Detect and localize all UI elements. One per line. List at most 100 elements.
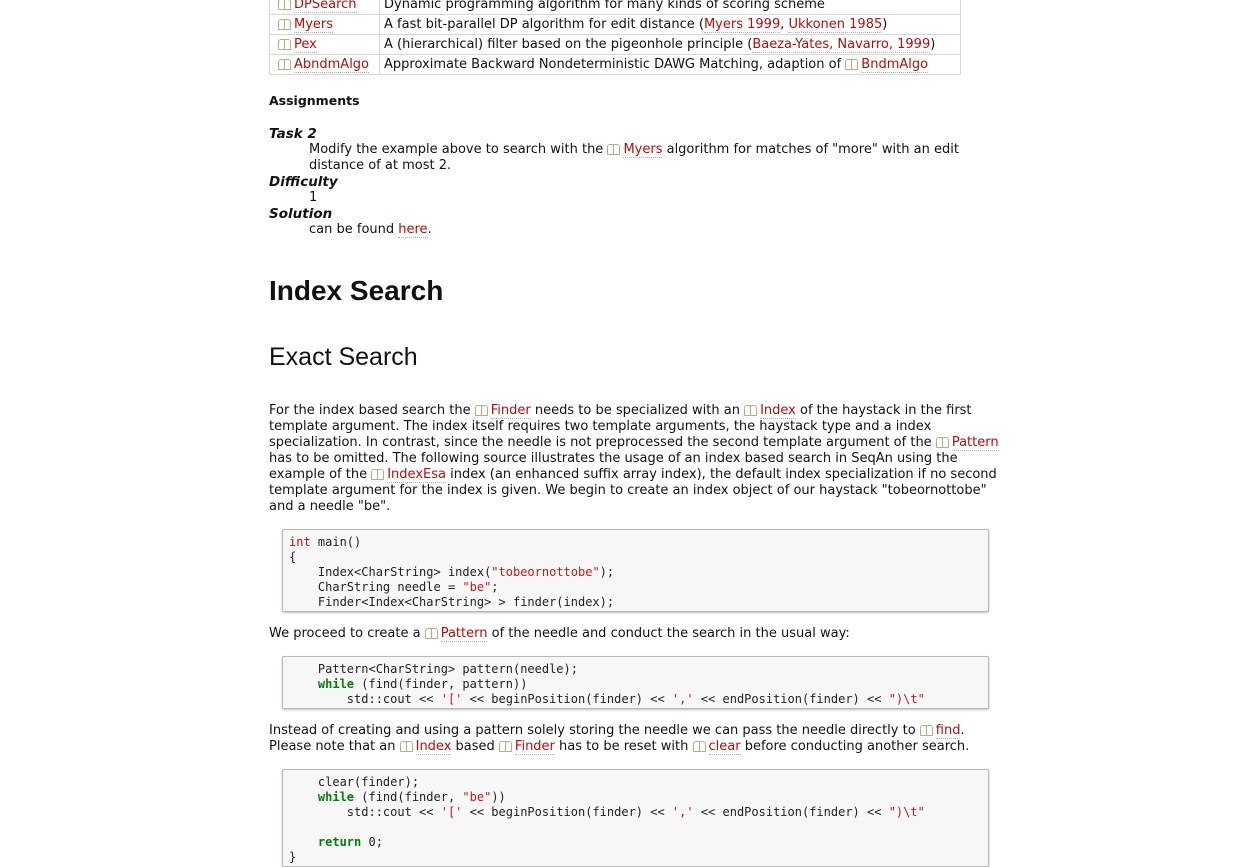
code-token: std::cout << <box>289 805 441 819</box>
code-token: main() <box>310 535 362 549</box>
code-block-setup: int main() { Index<CharString> index("to… <box>282 529 989 612</box>
paragraph-intro: For the index based search the Finder ne… <box>269 403 1009 515</box>
text-run: A (hierarchical) filter based on the pig… <box>384 37 753 52</box>
algorithm-description-cell: Approximate Backward Nondeterministic DA… <box>379 54 961 75</box>
solution-pre: can be found <box>309 222 399 237</box>
task-text: Modify the example above to search with … <box>309 142 608 157</box>
code-token: CharString needle = <box>289 580 463 594</box>
doc-content: DPSearch Dynamic programming algorithm fo… <box>269 0 1009 867</box>
myers-link[interactable]: Myers <box>623 142 663 158</box>
code-token: )) <box>491 790 506 804</box>
book-icon <box>399 741 413 752</box>
book-icon <box>935 437 949 448</box>
algorithm-name-cell: AbndmAlgo <box>269 54 380 75</box>
finder-link[interactable]: Finder <box>490 403 531 419</box>
code-string: ',' <box>671 692 694 706</box>
book-icon <box>607 144 621 155</box>
code-line: return 0; <box>289 835 383 849</box>
code-line: while (find(finder, "be")) <box>289 790 506 804</box>
solution-label: Solution <box>269 206 333 222</box>
finder-link[interactable]: Finder <box>514 739 555 755</box>
task-text-2: algorithm for matches of "more" with an … <box>662 142 959 157</box>
find-link[interactable]: find <box>935 723 961 739</box>
book-icon <box>371 469 385 480</box>
myers-link[interactable]: Myers <box>294 17 334 33</box>
book-icon <box>744 405 758 416</box>
code-token: << endPosition(finder) << <box>693 692 889 706</box>
task-label: Task 2 <box>269 126 317 142</box>
table-row: DPSearch Dynamic programming algorithm fo… <box>269 0 961 15</box>
code-string: ',' <box>671 805 694 819</box>
code-block-direct-search: clear(finder); while (find(finder, "be")… <box>282 769 989 867</box>
text-run: of the needle and conduct the search in … <box>487 626 850 641</box>
book-icon <box>692 741 706 752</box>
code-line: Pattern<CharString> pattern(needle); <box>289 662 578 676</box>
code-token: << beginPosition(finder) << <box>462 805 672 819</box>
ukkonen-1985-link[interactable]: Ukkonen 1985 <box>788 17 883 33</box>
code-string: "be" <box>462 790 492 804</box>
pattern-link[interactable]: Pattern <box>440 626 488 642</box>
text-run: A fast bit-parallel DP algorithm for edi… <box>384 17 704 32</box>
pex-link[interactable]: Pex <box>294 37 317 53</box>
table-row: Myers A fast bit-parallel DP algorithm fo… <box>269 14 961 35</box>
text-run: ) <box>882 17 888 32</box>
book-icon <box>278 0 291 10</box>
book-icon <box>278 39 291 50</box>
algorithm-description-cell: A (hierarchical) filter based on the pig… <box>379 34 961 55</box>
code-keyword: int <box>289 535 311 549</box>
code-string: "tobeornottobe" <box>491 565 600 579</box>
code-line: while (find(finder, pattern)) <box>289 677 528 691</box>
code-token: 0; <box>361 835 383 849</box>
text-run: Instead of creating and using a pattern … <box>269 723 920 738</box>
clear-link[interactable]: clear <box>708 739 741 755</box>
difficulty-label: Difficulty <box>269 174 338 190</box>
solution-text: can be found here. <box>309 222 1009 238</box>
bndmalgo-link[interactable]: BndmAlgo <box>861 57 929 73</box>
algorithm-description-cell: A fast bit-parallel DP algorithm for edi… <box>379 14 961 35</box>
book-icon <box>278 19 291 30</box>
code-string: '[' <box>440 692 463 706</box>
text-run: For the index based search the <box>269 403 475 418</box>
code-line: Finder<Index<CharString> > finder(index)… <box>289 595 614 609</box>
book-icon <box>919 725 933 736</box>
pattern-link[interactable]: Pattern <box>951 435 999 451</box>
table-row: Pex A (hierarchical) filter based on the … <box>269 34 961 55</box>
text-run: ) <box>930 37 936 52</box>
solution-link[interactable]: here <box>398 222 428 238</box>
paragraph-pattern: We proceed to create a Pattern of the ne… <box>269 626 1009 642</box>
code-token: Pattern<CharString> pattern(needle); <box>289 662 578 676</box>
task-description: Modify the example above to search with … <box>309 142 1009 174</box>
assignment-list: Task 2 Modify the example above to searc… <box>269 126 1009 238</box>
code-line: std::cout << '[' << beginPosition(finder… <box>289 692 925 706</box>
code-string: ")\t" <box>888 805 925 819</box>
code-token: << endPosition(finder) << <box>693 805 889 819</box>
difficulty-value: 1 <box>309 190 318 205</box>
code-line: } <box>289 850 296 864</box>
algorithm-name-cell: Myers <box>269 14 380 35</box>
code-token: Finder<Index<CharString> > finder(index)… <box>289 595 615 609</box>
code-block-pattern-search: Pattern<CharString> pattern(needle); whi… <box>282 656 989 709</box>
text-run: needs to be specialized with an <box>530 403 745 418</box>
code-line: CharString needle = "be"; <box>289 580 499 594</box>
myers-1999-link[interactable]: Myers 1999 <box>703 17 781 33</box>
abndmalgo-link[interactable]: AbndmAlgo <box>294 57 370 73</box>
index-link[interactable]: Index <box>760 403 796 419</box>
code-token: { <box>289 550 297 564</box>
book-icon <box>845 59 859 70</box>
code-token: (find(finder, pattern)) <box>354 677 528 691</box>
text-run: based <box>451 739 499 754</box>
code-line: std::cout << '[' << beginPosition(finder… <box>289 805 925 819</box>
algorithm-name-cell: DPSearch <box>269 0 380 15</box>
code-token: clear(finder); <box>289 775 420 789</box>
assignments-heading: Assignments <box>269 93 360 108</box>
code-string: "be" <box>462 580 492 594</box>
index-search-heading: Index Search <box>269 275 444 306</box>
index-link[interactable]: Index <box>415 739 452 755</box>
baeza-yates-navarro-1999-link[interactable]: Baeza-Yates, Navarro, 1999 <box>752 37 931 53</box>
algorithm-table-body: DPSearch Dynamic programming algorithm fo… <box>269 0 961 75</box>
code-keyword: while <box>317 677 355 691</box>
dpsearch-link[interactable]: DPSearch <box>294 0 357 13</box>
exact-search-heading: Exact Search <box>269 343 418 371</box>
book-icon <box>498 741 512 752</box>
indexesa-link[interactable]: IndexEsa <box>387 467 446 483</box>
